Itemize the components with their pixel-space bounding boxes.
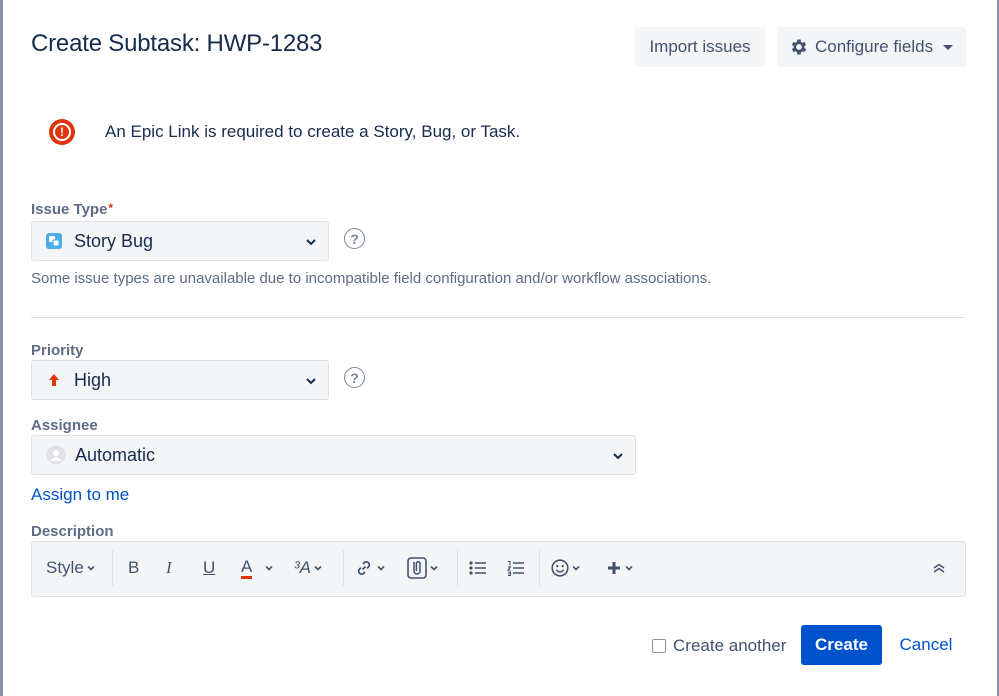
priority-help-icon[interactable]: ? — [344, 367, 365, 388]
italic-icon: I — [166, 558, 172, 577]
toolbar-separator — [457, 550, 458, 586]
import-issues-button[interactable]: Import issues — [635, 27, 765, 67]
cancel-button[interactable]: Cancel — [889, 625, 963, 665]
bold-icon: B — [128, 558, 140, 577]
underline-icon: U — [203, 558, 216, 577]
chevron-down-icon — [265, 565, 273, 571]
gear-icon — [791, 39, 807, 55]
chevron-down-icon — [572, 565, 580, 571]
toolbar-separator — [539, 550, 540, 586]
create-button[interactable]: Create — [801, 625, 882, 665]
configure-fields-button[interactable]: Configure fields — [777, 27, 966, 67]
priority-select[interactable]: High — [31, 360, 329, 400]
chevron-down-icon — [314, 565, 322, 571]
issue-type-help-icon[interactable]: ? — [344, 228, 365, 249]
chevron-down-icon — [306, 239, 316, 246]
emoji-button[interactable] — [551, 555, 581, 581]
create-subtask-dialog: Create Subtask: HWP-1283 Import issues C… — [3, 0, 997, 696]
avatar-icon — [46, 445, 66, 465]
attachment-icon — [407, 557, 427, 579]
assignee-label: Assignee — [31, 417, 98, 434]
collapse-toolbar-button[interactable] — [932, 555, 946, 581]
error-icon: ! — [49, 119, 75, 145]
assignee-value: Automatic — [75, 444, 156, 465]
issue-type-select[interactable]: Story Bug — [31, 221, 329, 261]
issue-type-value: Story Bug — [74, 230, 154, 251]
chevron-down-icon — [87, 565, 95, 571]
create-another-label: Create another — [673, 636, 787, 655]
description-label: Description — [31, 523, 114, 540]
text-color-button[interactable]: A — [241, 555, 274, 581]
numbered-list-icon — [507, 561, 524, 576]
issue-type-label-text: Issue Type — [31, 201, 108, 218]
story-bug-icon — [46, 233, 62, 249]
text-color-icon: A — [241, 557, 253, 579]
create-label: Create — [815, 635, 868, 654]
link-button[interactable] — [354, 555, 386, 581]
bullet-list-icon — [469, 561, 486, 575]
style-dropdown[interactable]: Style — [46, 555, 96, 581]
configure-fields-label: Configure fields — [815, 37, 934, 56]
style-label: Style — [46, 558, 84, 577]
more-formatting-button[interactable]: ³A — [294, 555, 323, 581]
underline-button[interactable]: U — [203, 555, 215, 581]
italic-button[interactable]: I — [166, 555, 172, 581]
link-icon — [357, 561, 371, 575]
attachment-button[interactable] — [407, 555, 439, 581]
double-chevron-up-icon — [933, 563, 945, 573]
more-formatting-icon: ³A — [294, 558, 311, 577]
insert-more-button[interactable] — [606, 555, 634, 581]
bold-button[interactable]: B — [128, 555, 139, 581]
emoji-icon — [551, 559, 569, 577]
create-another-checkbox[interactable] — [652, 639, 666, 653]
numbered-list-button[interactable] — [507, 555, 525, 581]
bullet-list-button[interactable] — [469, 555, 487, 581]
error-message: ! An Epic Link is required to create a S… — [49, 119, 520, 145]
description-editor[interactable]: Style B I U A ³A — [31, 541, 966, 597]
issue-type-hint: Some issue types are unavailable due to … — [31, 270, 712, 287]
toolbar-separator — [112, 550, 113, 586]
chevron-down-icon — [613, 453, 623, 460]
priority-value: High — [74, 369, 112, 390]
create-another-option[interactable]: Create another — [652, 636, 786, 656]
error-text: An Epic Link is required to create a Sto… — [105, 122, 521, 141]
assign-to-me-link[interactable]: Assign to me — [31, 485, 129, 505]
import-issues-label: Import issues — [649, 37, 751, 56]
editor-toolbar: Style B I U A ³A — [32, 542, 965, 594]
chevron-down-icon — [625, 565, 633, 571]
caret-down-icon — [943, 44, 954, 50]
toolbar-separator — [343, 550, 344, 586]
cancel-label: Cancel — [899, 635, 953, 654]
priority-label: Priority — [31, 342, 84, 359]
arrow-up-icon — [49, 374, 59, 386]
dialog-title: Create Subtask: HWP-1283 — [31, 30, 323, 57]
issue-type-label: Issue Type* — [31, 201, 113, 218]
chevron-down-icon — [377, 565, 385, 571]
assignee-select[interactable]: Automatic — [31, 435, 636, 475]
chevron-down-icon — [306, 378, 316, 385]
chevron-down-icon — [430, 565, 438, 571]
plus-icon — [608, 562, 620, 574]
divider — [31, 317, 965, 318]
required-mark: * — [108, 201, 114, 215]
